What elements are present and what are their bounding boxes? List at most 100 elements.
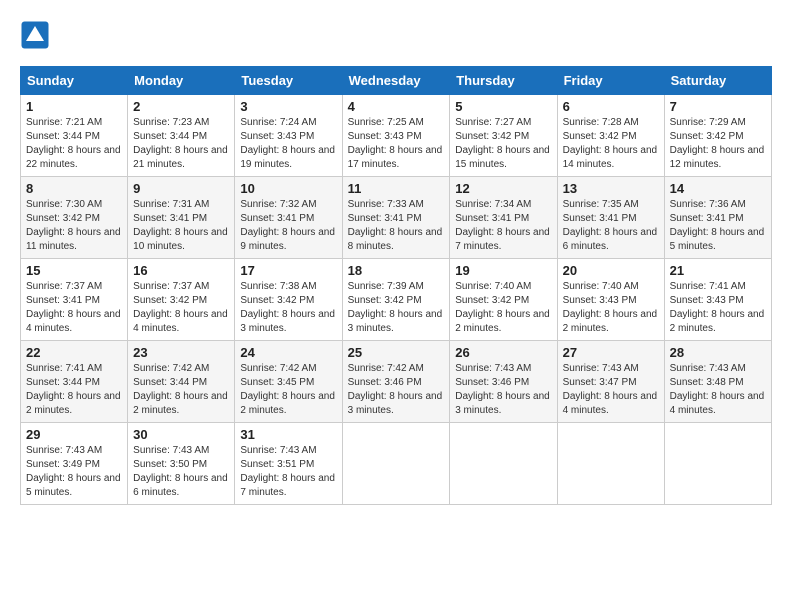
calendar-cell: 12 Sunrise: 7:34 AM Sunset: 3:41 PM Dayl… <box>450 177 557 259</box>
day-info: Sunrise: 7:30 AM Sunset: 3:42 PM Dayligh… <box>26 198 122 254</box>
calendar-cell: 15 Sunrise: 7:37 AM Sunset: 3:41 PM Dayl… <box>21 259 128 341</box>
day-number: 6 <box>563 99 659 114</box>
calendar-cell: 3 Sunrise: 7:24 AM Sunset: 3:43 PM Dayli… <box>235 95 342 177</box>
day-info: Sunrise: 7:42 AM Sunset: 3:45 PM Dayligh… <box>240 362 336 418</box>
weekday-header-monday: Monday <box>128 67 235 95</box>
page-header <box>20 20 772 50</box>
day-info: Sunrise: 7:33 AM Sunset: 3:41 PM Dayligh… <box>348 198 445 254</box>
calendar-cell: 4 Sunrise: 7:25 AM Sunset: 3:43 PM Dayli… <box>342 95 450 177</box>
logo-icon <box>20 20 50 50</box>
day-number: 9 <box>133 181 229 196</box>
day-number: 27 <box>563 345 659 360</box>
calendar-cell <box>450 423 557 505</box>
calendar-week-row: 22 Sunrise: 7:41 AM Sunset: 3:44 PM Dayl… <box>21 341 772 423</box>
day-info: Sunrise: 7:43 AM Sunset: 3:46 PM Dayligh… <box>455 362 551 418</box>
calendar-cell: 23 Sunrise: 7:42 AM Sunset: 3:44 PM Dayl… <box>128 341 235 423</box>
day-number: 30 <box>133 427 229 442</box>
day-number: 24 <box>240 345 336 360</box>
day-info: Sunrise: 7:29 AM Sunset: 3:42 PM Dayligh… <box>670 116 766 172</box>
day-number: 17 <box>240 263 336 278</box>
calendar-cell <box>557 423 664 505</box>
day-number: 19 <box>455 263 551 278</box>
day-number: 20 <box>563 263 659 278</box>
calendar-cell: 29 Sunrise: 7:43 AM Sunset: 3:49 PM Dayl… <box>21 423 128 505</box>
calendar-cell <box>664 423 771 505</box>
day-number: 14 <box>670 181 766 196</box>
calendar-cell: 8 Sunrise: 7:30 AM Sunset: 3:42 PM Dayli… <box>21 177 128 259</box>
day-number: 31 <box>240 427 336 442</box>
day-info: Sunrise: 7:23 AM Sunset: 3:44 PM Dayligh… <box>133 116 229 172</box>
weekday-header-friday: Friday <box>557 67 664 95</box>
day-info: Sunrise: 7:43 AM Sunset: 3:48 PM Dayligh… <box>670 362 766 418</box>
day-info: Sunrise: 7:39 AM Sunset: 3:42 PM Dayligh… <box>348 280 445 336</box>
calendar-cell <box>342 423 450 505</box>
calendar-week-row: 1 Sunrise: 7:21 AM Sunset: 3:44 PM Dayli… <box>21 95 772 177</box>
day-info: Sunrise: 7:35 AM Sunset: 3:41 PM Dayligh… <box>563 198 659 254</box>
day-info: Sunrise: 7:34 AM Sunset: 3:41 PM Dayligh… <box>455 198 551 254</box>
calendar-cell: 9 Sunrise: 7:31 AM Sunset: 3:41 PM Dayli… <box>128 177 235 259</box>
calendar-cell: 10 Sunrise: 7:32 AM Sunset: 3:41 PM Dayl… <box>235 177 342 259</box>
day-number: 16 <box>133 263 229 278</box>
calendar-cell: 22 Sunrise: 7:41 AM Sunset: 3:44 PM Dayl… <box>21 341 128 423</box>
calendar-cell: 1 Sunrise: 7:21 AM Sunset: 3:44 PM Dayli… <box>21 95 128 177</box>
day-number: 11 <box>348 181 445 196</box>
day-info: Sunrise: 7:43 AM Sunset: 3:47 PM Dayligh… <box>563 362 659 418</box>
calendar-cell: 2 Sunrise: 7:23 AM Sunset: 3:44 PM Dayli… <box>128 95 235 177</box>
day-number: 5 <box>455 99 551 114</box>
day-info: Sunrise: 7:27 AM Sunset: 3:42 PM Dayligh… <box>455 116 551 172</box>
calendar-cell: 5 Sunrise: 7:27 AM Sunset: 3:42 PM Dayli… <box>450 95 557 177</box>
calendar-header-row: SundayMondayTuesdayWednesdayThursdayFrid… <box>21 67 772 95</box>
day-number: 4 <box>348 99 445 114</box>
day-number: 13 <box>563 181 659 196</box>
logo <box>20 20 54 50</box>
day-info: Sunrise: 7:40 AM Sunset: 3:42 PM Dayligh… <box>455 280 551 336</box>
day-info: Sunrise: 7:43 AM Sunset: 3:49 PM Dayligh… <box>26 444 122 500</box>
weekday-header-thursday: Thursday <box>450 67 557 95</box>
calendar-cell: 18 Sunrise: 7:39 AM Sunset: 3:42 PM Dayl… <box>342 259 450 341</box>
day-number: 1 <box>26 99 122 114</box>
calendar-week-row: 8 Sunrise: 7:30 AM Sunset: 3:42 PM Dayli… <box>21 177 772 259</box>
calendar-cell: 11 Sunrise: 7:33 AM Sunset: 3:41 PM Dayl… <box>342 177 450 259</box>
day-info: Sunrise: 7:42 AM Sunset: 3:46 PM Dayligh… <box>348 362 445 418</box>
calendar-cell: 6 Sunrise: 7:28 AM Sunset: 3:42 PM Dayli… <box>557 95 664 177</box>
day-info: Sunrise: 7:40 AM Sunset: 3:43 PM Dayligh… <box>563 280 659 336</box>
day-number: 29 <box>26 427 122 442</box>
calendar-cell: 14 Sunrise: 7:36 AM Sunset: 3:41 PM Dayl… <box>664 177 771 259</box>
day-info: Sunrise: 7:37 AM Sunset: 3:42 PM Dayligh… <box>133 280 229 336</box>
day-info: Sunrise: 7:32 AM Sunset: 3:41 PM Dayligh… <box>240 198 336 254</box>
day-number: 21 <box>670 263 766 278</box>
weekday-header-sunday: Sunday <box>21 67 128 95</box>
day-number: 28 <box>670 345 766 360</box>
day-number: 2 <box>133 99 229 114</box>
day-number: 8 <box>26 181 122 196</box>
day-info: Sunrise: 7:38 AM Sunset: 3:42 PM Dayligh… <box>240 280 336 336</box>
calendar-cell: 25 Sunrise: 7:42 AM Sunset: 3:46 PM Dayl… <box>342 341 450 423</box>
calendar-cell: 28 Sunrise: 7:43 AM Sunset: 3:48 PM Dayl… <box>664 341 771 423</box>
day-info: Sunrise: 7:41 AM Sunset: 3:44 PM Dayligh… <box>26 362 122 418</box>
day-info: Sunrise: 7:37 AM Sunset: 3:41 PM Dayligh… <box>26 280 122 336</box>
weekday-header-saturday: Saturday <box>664 67 771 95</box>
calendar-cell: 7 Sunrise: 7:29 AM Sunset: 3:42 PM Dayli… <box>664 95 771 177</box>
day-info: Sunrise: 7:28 AM Sunset: 3:42 PM Dayligh… <box>563 116 659 172</box>
calendar-cell: 21 Sunrise: 7:41 AM Sunset: 3:43 PM Dayl… <box>664 259 771 341</box>
day-info: Sunrise: 7:42 AM Sunset: 3:44 PM Dayligh… <box>133 362 229 418</box>
day-info: Sunrise: 7:43 AM Sunset: 3:51 PM Dayligh… <box>240 444 336 500</box>
day-number: 25 <box>348 345 445 360</box>
day-number: 23 <box>133 345 229 360</box>
day-info: Sunrise: 7:21 AM Sunset: 3:44 PM Dayligh… <box>26 116 122 172</box>
weekday-header-wednesday: Wednesday <box>342 67 450 95</box>
calendar-cell: 30 Sunrise: 7:43 AM Sunset: 3:50 PM Dayl… <box>128 423 235 505</box>
day-number: 7 <box>670 99 766 114</box>
day-number: 18 <box>348 263 445 278</box>
day-number: 22 <box>26 345 122 360</box>
calendar-cell: 19 Sunrise: 7:40 AM Sunset: 3:42 PM Dayl… <box>450 259 557 341</box>
calendar-cell: 26 Sunrise: 7:43 AM Sunset: 3:46 PM Dayl… <box>450 341 557 423</box>
day-info: Sunrise: 7:43 AM Sunset: 3:50 PM Dayligh… <box>133 444 229 500</box>
calendar-cell: 17 Sunrise: 7:38 AM Sunset: 3:42 PM Dayl… <box>235 259 342 341</box>
day-number: 10 <box>240 181 336 196</box>
calendar-cell: 13 Sunrise: 7:35 AM Sunset: 3:41 PM Dayl… <box>557 177 664 259</box>
calendar-week-row: 29 Sunrise: 7:43 AM Sunset: 3:49 PM Dayl… <box>21 423 772 505</box>
calendar-cell: 20 Sunrise: 7:40 AM Sunset: 3:43 PM Dayl… <box>557 259 664 341</box>
calendar-cell: 27 Sunrise: 7:43 AM Sunset: 3:47 PM Dayl… <box>557 341 664 423</box>
day-number: 15 <box>26 263 122 278</box>
